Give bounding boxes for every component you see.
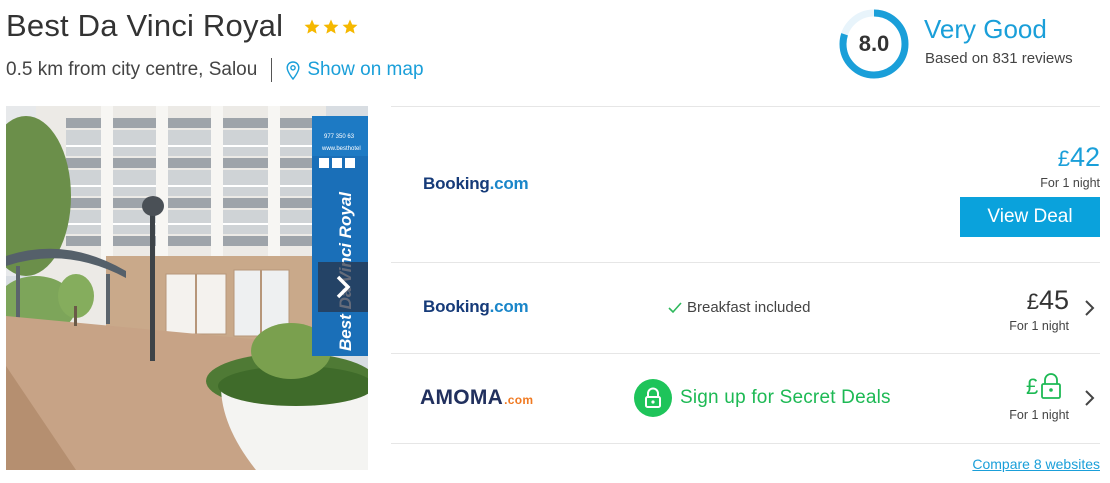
feature-text: Breakfast included [687, 299, 811, 316]
star-rating [303, 18, 359, 36]
lock-icon [634, 379, 672, 417]
star-icon [342, 19, 358, 34]
provider-name: AMOMA [420, 386, 504, 409]
provider-suffix: .com [489, 174, 529, 193]
distance-text: 0.5 km from city centre, Salou [6, 59, 258, 80]
per-night-label: For 1 night [1040, 176, 1100, 190]
provider-suffix: .com [504, 393, 534, 407]
per-night-label: For 1 night [1009, 408, 1069, 422]
photo-next-button[interactable] [318, 262, 368, 312]
star-icon [304, 19, 320, 34]
secret-deals-link[interactable]: Sign up for Secret Deals [634, 379, 891, 417]
compare-websites-link[interactable]: Compare 8 websites [972, 456, 1100, 472]
view-deal-button[interactable]: View Deal [960, 197, 1100, 237]
currency: £ [1026, 289, 1039, 314]
divider [271, 58, 273, 82]
chevron-right-icon[interactable] [1084, 389, 1096, 407]
show-on-map-label: Show on map [307, 59, 424, 80]
star-icon [323, 19, 339, 34]
deal-price: £45 [1027, 285, 1069, 316]
divider [391, 353, 1100, 354]
provider-logo-amoma: AMOMA .com [420, 386, 533, 410]
hotel-image: 977 350 63 www.besthotel Best Da Vinci R… [6, 106, 368, 470]
divider [391, 443, 1100, 444]
provider-name: Booking [423, 174, 490, 193]
divider [391, 106, 1100, 107]
chevron-right-icon [336, 275, 351, 299]
check-icon [668, 301, 682, 313]
provider-logo-booking: Booking.com [423, 174, 529, 194]
provider-logo-booking: Booking.com [423, 297, 529, 317]
location-line: 0.5 km from city centre, Salou Show on m… [6, 58, 424, 82]
breakfast-feature: Breakfast included [668, 299, 810, 316]
locked-price: £ [1026, 372, 1062, 400]
divider [391, 262, 1100, 263]
sign-web: www.besthotel [321, 146, 361, 152]
show-on-map-link[interactable]: Show on map [286, 59, 424, 81]
provider-name: Booking [423, 297, 490, 316]
deal-price: £42 [1058, 142, 1100, 173]
currency: £ [1026, 374, 1039, 399]
price-amount: 42 [1069, 142, 1100, 172]
hotel-name: Best Da Vinci Royal [6, 8, 284, 43]
provider-suffix: .com [489, 297, 529, 316]
review-count: Based on 831 reviews [925, 50, 1073, 67]
secret-deals-text: Sign up for Secret Deals [680, 387, 891, 408]
score-verdict: Very Good [924, 14, 1047, 44]
score-value: 8.0 [858, 31, 890, 56]
currency: £ [1057, 146, 1070, 171]
sign-phone: 977 350 63 [324, 134, 355, 140]
hotel-photo[interactable]: 977 350 63 www.besthotel Best Da Vinci R… [6, 106, 368, 470]
chevron-right-icon[interactable] [1084, 299, 1096, 317]
per-night-label: For 1 night [1009, 319, 1069, 333]
price-amount: 45 [1038, 285, 1069, 315]
lock-icon [1041, 373, 1062, 399]
map-pin-icon [286, 60, 300, 80]
